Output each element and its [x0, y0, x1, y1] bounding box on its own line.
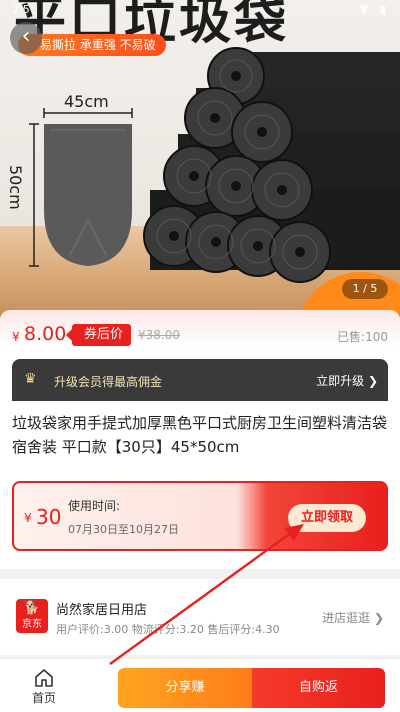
coupon-section: ¥ 30 使用时间: 07月30日至10月27日 立即领取 — [0, 471, 400, 569]
dimension-width: 45cm — [64, 92, 109, 111]
price-tag: 券后价 — [65, 324, 132, 346]
product-title-section: 垃圾袋家用手提式加厚黑色平口式厨房卫生间塑料清洁袋宿舍装 平口款【30只】45*… — [0, 401, 400, 471]
self-buy-button[interactable]: 自购返 — [252, 668, 385, 708]
coupon-time-range: 07月30日至10月27日 — [68, 523, 179, 536]
shop-logo-text: 京东 — [22, 619, 42, 630]
sold-count: 已售:100 — [337, 330, 388, 344]
product-title: 垃圾袋家用手提式加厚黑色平口式厨房卫生间塑料清洁袋宿舍装 平口款【30只】45*… — [12, 414, 388, 456]
price-currency: ¥ — [12, 330, 20, 344]
product-image-carousel[interactable]: 平口垃圾袋 易撕拉 承重强 不易破 2:5 ▼ ▮ 45cm 50cm 1 / … — [0, 0, 400, 318]
claim-coupon-button[interactable]: 立即领取 — [288, 504, 366, 532]
home-icon — [35, 669, 53, 687]
bag-shape — [44, 124, 132, 266]
shop-logo: 🐕 京东 — [16, 599, 48, 633]
original-price: ¥38.00 — [138, 328, 180, 342]
back-icon: ‹ — [21, 24, 31, 49]
shop-name: 尚然家居日用店 — [56, 603, 148, 618]
coupon-currency: ¥ — [24, 511, 32, 525]
home-label: 首页 — [31, 691, 56, 705]
bottom-action-bar: 首页 分享赚 自购返 — [0, 658, 400, 712]
shop-section[interactable]: 🐕 京东 尚然家居日用店 用户评价:3.00 物流评分:3.20 售后评分:4.… — [0, 579, 400, 655]
crown-icon: ♛ — [24, 371, 37, 387]
page-indicator: 1 / 5 — [342, 279, 388, 299]
price-value: 8.00 — [24, 323, 67, 345]
vip-upgrade-link[interactable]: 立即升级 ❯ — [316, 372, 378, 389]
trash-bag-rolls-illustration — [29, 47, 400, 283]
visit-shop-link[interactable]: 进店逛逛 ❯ — [322, 609, 384, 626]
shop-scores: 用户评价:3.00 物流评分:3.20 售后评分:4.30 — [56, 623, 280, 636]
vip-upgrade-bar[interactable]: ♛ 升级会员得最高佣金 立即升级 ❯ — [12, 359, 388, 401]
share-earn-button[interactable]: 分享赚 — [118, 668, 252, 708]
coupon-card[interactable]: ¥ 30 使用时间: 07月30日至10月27日 立即领取 — [12, 481, 388, 551]
coupon-time-label: 使用时间: — [68, 499, 121, 513]
jd-dog-icon: 🐕 — [23, 601, 41, 616]
vip-text: 升级会员得最高佣金 — [54, 375, 163, 389]
back-button[interactable]: ‹ — [10, 22, 42, 54]
home-button[interactable]: 首页 — [22, 663, 66, 709]
dimension-height: 50cm — [6, 165, 25, 210]
coupon-value: 30 — [36, 505, 62, 529]
